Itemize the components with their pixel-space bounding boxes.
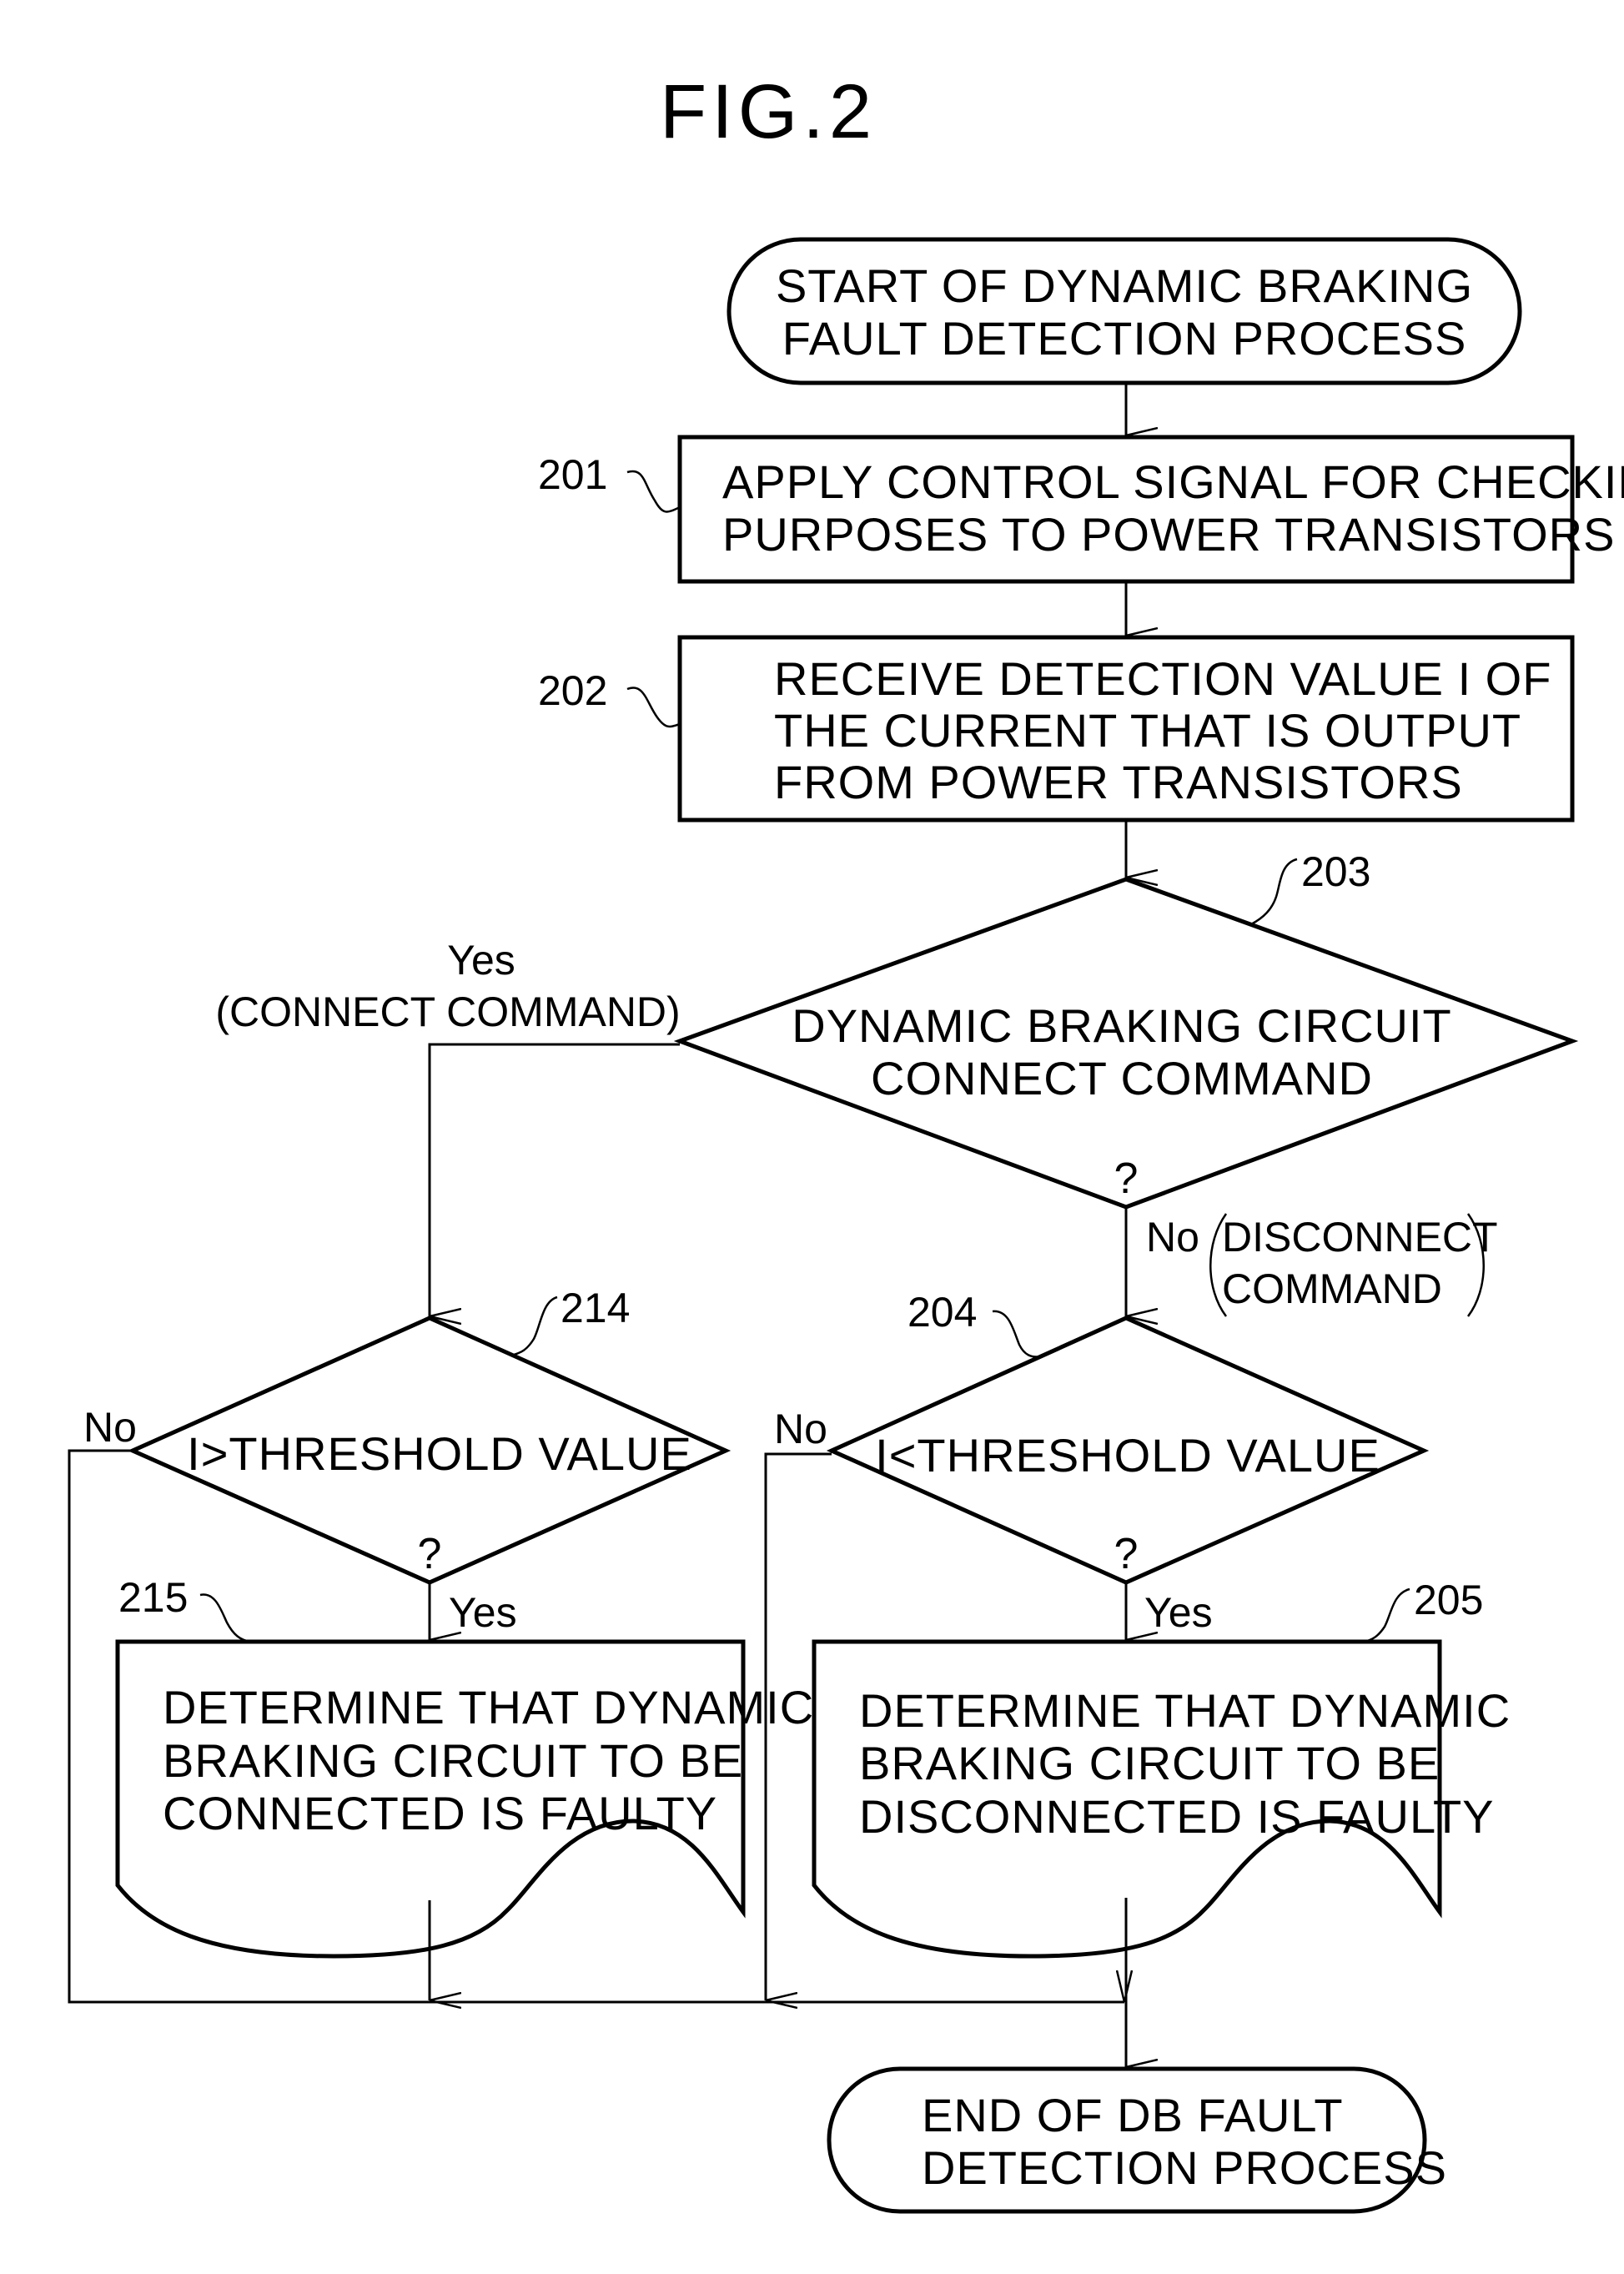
ref-leader-215 (199, 1593, 251, 1643)
start-text-line-2: FAULT DETECTION PROCESS (782, 312, 1467, 365)
result-215-line-1: DETERMINE THAT DYNAMIC (163, 1681, 814, 1733)
ref-label-201: 201 (538, 451, 607, 498)
edge-203-yes-label: Yes (447, 937, 515, 984)
ref-label-215: 215 (118, 1574, 188, 1621)
start-terminal: START OF DYNAMIC BRAKING FAULT DETECTION… (727, 237, 1522, 385)
ref-label-203: 203 (1301, 848, 1370, 895)
decision-203-question: ? (1114, 1155, 1139, 1203)
edge-203-yes-note: (CONNECT COMMAND) (215, 989, 680, 1035)
end-text-line-2: DETECTION PROCESS (922, 2141, 1447, 2194)
edge-214-no-label: No (83, 1404, 137, 1451)
ref-label-204: 204 (908, 1289, 977, 1336)
edge-204-yes-label: Yes (1144, 1589, 1213, 1636)
edge-203-no-note-line-1: DISCONNECT (1222, 1214, 1498, 1260)
decision-204-text: I<THRESHOLD VALUE (875, 1429, 1380, 1482)
decision-diamond-203: DYNAMIC BRAKING CIRCUIT CONNECT COMMAND … (673, 877, 1579, 1210)
ref-label-202: 202 (538, 667, 607, 714)
decision-214-text: I>THRESHOLD VALUE (187, 1427, 692, 1480)
ref-leader-201 (626, 470, 681, 513)
ref-leader-204 (992, 1310, 1042, 1358)
process-box-202: RECEIVE DETECTION VALUE I OF THE CURRENT… (677, 635, 1575, 823)
ref-leader-202 (626, 687, 681, 728)
ref-leader-205 (1363, 1587, 1410, 1643)
start-text-line-1: START OF DYNAMIC BRAKING (776, 259, 1473, 312)
result-215-line-3: CONNECTED IS FAULTY (163, 1787, 717, 1839)
document-box-215: DETERMINE THAT DYNAMIC BRAKING CIRCUIT T… (115, 1639, 814, 1959)
result-205-line-3: DISCONNECTED IS FAULTY (859, 1790, 1495, 1843)
step-202-line-2: THE CURRENT THAT IS OUTPUT (774, 704, 1521, 757)
decision-204-question: ? (1114, 1530, 1139, 1578)
decision-diamond-204: I<THRESHOLD VALUE ? (826, 1316, 1430, 1585)
result-205-line-2: BRAKING CIRCUIT TO BE (859, 1737, 1440, 1789)
ref-label-214: 214 (561, 1285, 630, 1331)
decision-203-line-1: DYNAMIC BRAKING CIRCUIT (792, 999, 1452, 1052)
process-box-201: APPLY CONTROL SIGNAL FOR CHECKING PURPOS… (677, 435, 1624, 584)
decision-diamond-214: I>THRESHOLD VALUE ? (127, 1316, 732, 1585)
end-terminal: END OF DB FAULT DETECTION PROCESS (827, 2066, 1447, 2214)
result-205-line-1: DETERMINE THAT DYNAMIC (859, 1684, 1511, 1737)
arrow-203-yes-to-214 (428, 1043, 680, 1316)
step-202-line-1: RECEIVE DETECTION VALUE I OF (774, 652, 1551, 705)
edge-204-no-label: No (774, 1406, 827, 1452)
ref-leader-203 (1250, 858, 1298, 926)
step-202-line-3: FROM POWER TRANSISTORS (774, 756, 1463, 808)
result-215-line-2: BRAKING CIRCUIT TO BE (163, 1734, 743, 1787)
end-text-line-1: END OF DB FAULT (922, 2089, 1344, 2141)
ref-label-205: 205 (1414, 1577, 1483, 1623)
step-201-line-2: PURPOSES TO POWER TRANSISTORS (722, 508, 1615, 561)
step-201-line-1: APPLY CONTROL SIGNAL FOR CHECKING (722, 455, 1624, 508)
decision-214-question: ? (418, 1530, 442, 1578)
edge-214-yes-label: Yes (449, 1589, 517, 1636)
document-box-205: DETERMINE THAT DYNAMIC BRAKING CIRCUIT T… (812, 1639, 1511, 1959)
figure-title: FIG.2 (660, 69, 877, 154)
edge-203-no-note-line-2: COMMAND (1222, 1265, 1442, 1312)
ref-leader-214 (510, 1295, 558, 1357)
edge-203-no-label: No (1146, 1214, 1199, 1260)
flowchart: FIG.2 START OF DYNAMIC BRAKING FAULT DET… (68, 69, 1624, 2214)
decision-203-line-2: CONNECT COMMAND (871, 1052, 1373, 1104)
